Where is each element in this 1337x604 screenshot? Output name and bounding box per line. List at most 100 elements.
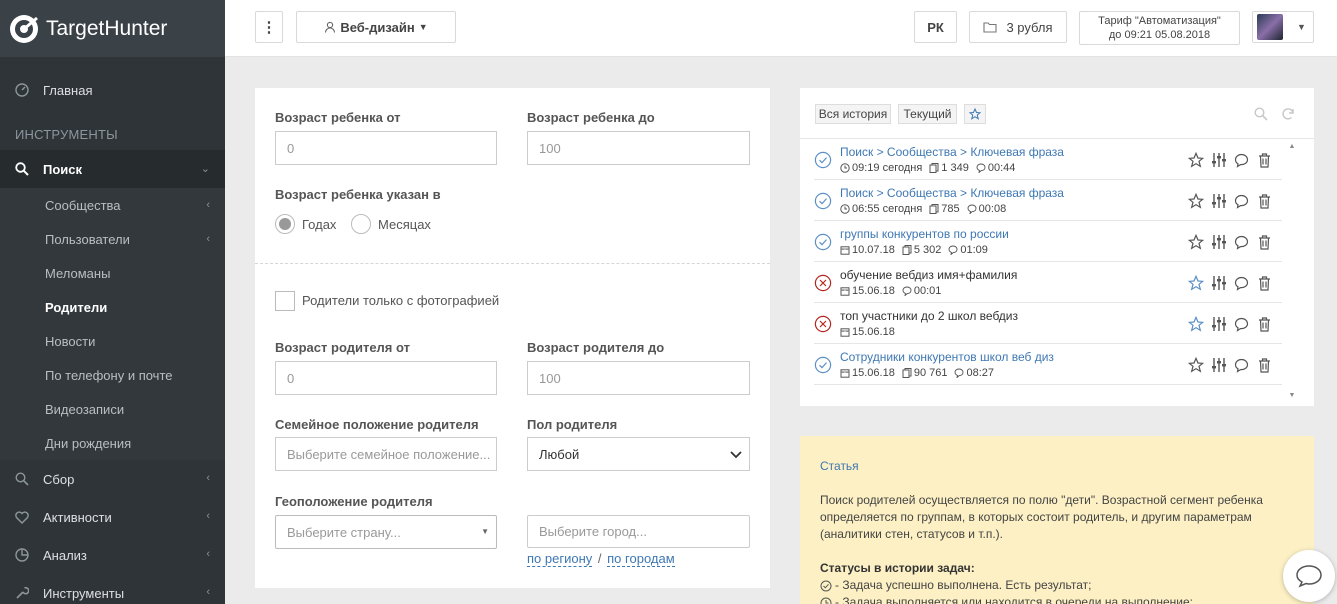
nav-activity-label: Активности — [43, 509, 112, 525]
parent-sex-select[interactable]: Любой — [527, 437, 750, 471]
article-link[interactable]: Статья — [820, 458, 859, 475]
star-icon[interactable] — [1184, 151, 1207, 169]
sub-music-lovers-label: Меломаны — [45, 265, 111, 281]
tariff-button[interactable]: Тариф "Автоматизация" до 09:21 05.08.201… — [1079, 11, 1240, 45]
scrollbar[interactable]: ▲ ▼ — [1287, 143, 1297, 399]
comment-icon[interactable] — [1230, 315, 1253, 333]
profile-menu-button[interactable]: ▼ — [1252, 11, 1314, 43]
sub-music-lovers[interactable]: Меломаны — [0, 256, 225, 290]
child-age-from-input[interactable]: 0 — [275, 131, 497, 165]
comment-icon[interactable] — [1230, 151, 1253, 169]
clock-icon — [820, 597, 832, 604]
unit-years-radio[interactable] — [275, 214, 295, 234]
settings-sliders-icon[interactable] — [1207, 151, 1230, 169]
logo[interactable]: Target Hunter — [0, 0, 225, 57]
star-icon[interactable] — [1184, 274, 1207, 292]
settings-sliders-icon[interactable] — [1207, 192, 1230, 210]
trash-icon[interactable] — [1253, 356, 1276, 374]
child-age-to-input[interactable]: 100 — [527, 131, 750, 165]
history-favorites-button[interactable] — [964, 104, 986, 124]
sub-communities[interactable]: Сообщества ‹ — [0, 188, 225, 222]
project-label: Веб-дизайн — [340, 19, 415, 35]
settings-sliders-icon[interactable] — [1207, 274, 1230, 292]
history-all-button[interactable]: Вся история — [815, 104, 891, 124]
unit-months-radio[interactable] — [351, 214, 371, 234]
check-circle-icon — [814, 356, 832, 374]
status-ok-text: - Задача успешно выполнена. Есть результ… — [835, 578, 1092, 592]
nav-collect[interactable]: Сбор ‹ — [0, 460, 225, 498]
scroll-up-arrow[interactable]: ▲ — [1287, 143, 1297, 150]
sub-parents[interactable]: Родители — [0, 290, 225, 324]
comment-icon[interactable] — [1230, 274, 1253, 292]
chat-button[interactable] — [1283, 550, 1335, 602]
tariff-line2: до 09:21 05.08.2018 — [1108, 29, 1211, 41]
balance-button[interactable]: 3 рубля — [969, 11, 1067, 43]
sub-users[interactable]: Пользователи ‹ — [0, 222, 225, 256]
nav-search[interactable]: Поиск ⌄ — [0, 150, 225, 188]
row-title[interactable]: Поиск > Сообщества > Ключевая фраза — [840, 186, 1064, 200]
sub-phone-email[interactable]: По телефону и почте — [0, 358, 225, 392]
status-queue-text: - Задача выполняется или находится в оче… — [835, 595, 1193, 604]
row-title[interactable]: группы конкурентов по россии — [840, 227, 1009, 241]
parent-age-from-input[interactable]: 0 — [275, 361, 497, 395]
history-row[interactable]: группы конкурентов по россии 10.07.18 5 30… — [814, 221, 1282, 262]
photo-only-checkbox[interactable] — [275, 291, 295, 311]
refresh-icon[interactable] — [1281, 107, 1295, 121]
history-row[interactable]: Поиск > Сообщества > Ключевая фраза 06:55… — [814, 180, 1282, 221]
history-row[interactable]: Сотрудники конкурентов школ веб диз 15.06… — [814, 344, 1282, 385]
parent-age-to-input[interactable]: 100 — [527, 361, 750, 395]
check-circle-icon — [820, 580, 832, 591]
sub-news[interactable]: Новости — [0, 324, 225, 358]
history-row[interactable]: топ участники до 2 школ вебдиз 15.06.18 — [814, 303, 1282, 344]
trash-icon[interactable] — [1253, 274, 1276, 292]
project-select[interactable]: Веб-дизайн ▼ — [296, 11, 456, 43]
star-icon[interactable] — [1184, 192, 1207, 210]
comment-icon[interactable] — [1230, 233, 1253, 251]
settings-sliders-icon[interactable] — [1207, 315, 1230, 333]
sub-videos[interactable]: Видеозаписи — [0, 392, 225, 426]
history-row[interactable]: Поиск > Сообщества > Ключевая фраза 09:19… — [814, 139, 1282, 180]
row-actions — [1184, 192, 1276, 210]
sub-videos-label: Видеозаписи — [45, 401, 125, 417]
trash-icon[interactable] — [1253, 315, 1276, 333]
star-icon[interactable] — [1184, 233, 1207, 251]
user-icon — [325, 21, 336, 33]
row-title[interactable]: Сотрудники конкурентов школ веб диз — [840, 350, 1054, 364]
row-title[interactable]: Поиск > Сообщества > Ключевая фраза — [840, 145, 1064, 159]
account-button[interactable]: РК — [914, 11, 957, 43]
caret-down-icon: ▼ — [481, 527, 489, 536]
by-region-link[interactable]: по региону — [527, 551, 593, 567]
geo-mode-links: по региону / по городам — [527, 551, 675, 567]
settings-sliders-icon[interactable] — [1207, 356, 1230, 374]
nav-analysis[interactable]: Анализ ‹ — [0, 536, 225, 574]
comment-icon[interactable] — [1230, 192, 1253, 210]
trash-icon[interactable] — [1253, 192, 1276, 210]
sub-birthdays[interactable]: Дни рождения — [0, 426, 225, 460]
comment-icon — [948, 245, 958, 255]
parent-age-to-label: Возраст родителя до — [527, 340, 665, 355]
history-row[interactable]: обучение вебдиз имя+фамилия 15.06.18 00:01 — [814, 262, 1282, 303]
comment-icon[interactable] — [1230, 356, 1253, 374]
account-label: РК — [927, 19, 944, 35]
nav-collect-label: Сбор — [43, 471, 75, 487]
sub-birthdays-label: Дни рождения — [45, 435, 132, 451]
sub-communities-label: Сообщества — [45, 197, 121, 213]
more-menu-button[interactable]: ⋮ — [255, 11, 283, 43]
search-icon[interactable] — [1254, 107, 1268, 121]
by-cities-link[interactable]: по городам — [607, 551, 675, 567]
nav-home[interactable]: Главная — [0, 71, 225, 109]
trash-icon[interactable] — [1253, 151, 1276, 169]
country-select[interactable]: Выберите страну... ▼ — [275, 515, 497, 549]
family-status-select[interactable]: Выберите семейное положение... — [275, 437, 497, 471]
row-time: 06:55 сегодня — [840, 203, 922, 215]
settings-sliders-icon[interactable] — [1207, 233, 1230, 251]
nav-activity[interactable]: Активности ‹ — [0, 498, 225, 536]
star-icon[interactable] — [1184, 356, 1207, 374]
city-input[interactable]: Выберите город... — [527, 515, 750, 548]
history-current-button[interactable]: Текущий — [898, 104, 957, 124]
documents-icon — [929, 163, 939, 173]
trash-icon[interactable] — [1253, 233, 1276, 251]
scroll-down-arrow[interactable]: ▼ — [1287, 392, 1297, 399]
nav-tools[interactable]: Инструменты ‹ — [0, 574, 225, 604]
star-icon[interactable] — [1184, 315, 1207, 333]
